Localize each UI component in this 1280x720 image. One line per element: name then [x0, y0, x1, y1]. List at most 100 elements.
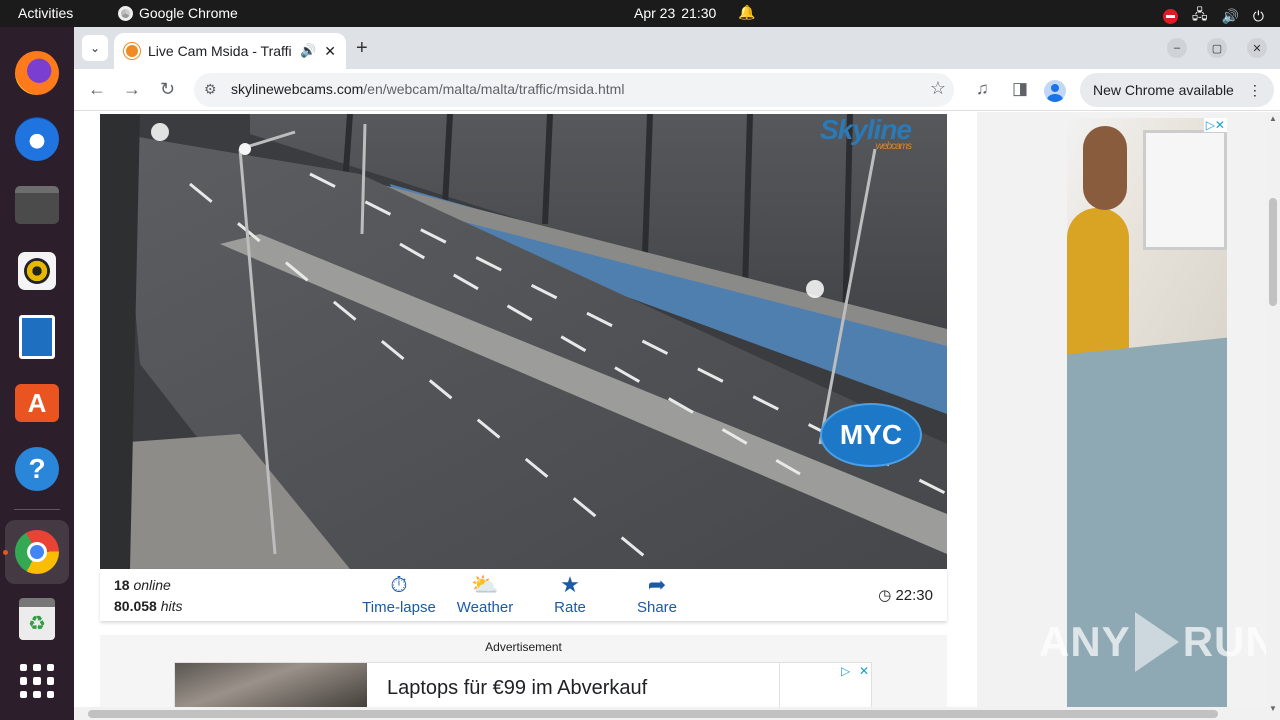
speaker-app-icon — [18, 252, 56, 290]
power-icon: ⏻ — [1252, 7, 1264, 24]
scroll-down-icon[interactable]: ▼ — [1269, 704, 1277, 713]
vertical-scroll-thumb[interactable] — [1269, 198, 1277, 306]
laptop-ad-banner[interactable]: Laptops für €99 im Abverkauf ▷ ✕ — [174, 662, 872, 707]
tab-strip: ⌄ Live Cam Msida - Traffic 🔊 ✕ + – ▢ ✕ — [74, 27, 1280, 69]
weather-label: Weather — [456, 599, 514, 616]
impress-icon — [19, 315, 55, 359]
dock-help[interactable]: ? — [11, 443, 63, 495]
bookmark-star-icon[interactable]: ☆ — [930, 78, 946, 99]
site-favicon-icon — [124, 43, 140, 59]
folder-icon — [15, 186, 59, 224]
update-chrome-button[interactable]: New Chrome available ⋮ — [1080, 73, 1274, 107]
back-arrow-icon[interactable]: ← — [88, 79, 106, 100]
dock-thunderbird[interactable] — [11, 113, 63, 165]
grid-icon — [20, 664, 54, 698]
local-time: ◷ 22:30 — [878, 586, 933, 604]
tab-title: Live Cam Msida - Traffic — [148, 43, 293, 59]
web-page: Skyline webcams MYC 18 online 80.058 hit… — [74, 112, 1266, 707]
ad-laptops-image — [175, 663, 367, 707]
tab-search-button[interactable]: ⌄ — [82, 35, 108, 61]
do-not-disturb-icon — [1162, 8, 1178, 24]
clock[interactable]: Apr 23 21:30 — [634, 5, 716, 21]
new-tab-button[interactable]: + — [356, 37, 368, 60]
rate-button[interactable]: ★ Rate — [550, 573, 590, 617]
close-window-button[interactable]: ✕ — [1247, 38, 1267, 58]
dock-libreoffice-impress[interactable] — [11, 311, 63, 363]
play-triangle-icon — [1134, 612, 1179, 672]
profile-avatar[interactable] — [1044, 80, 1066, 102]
horizontal-scrollbar[interactable] — [74, 707, 1266, 720]
local-time-value: 22:30 — [895, 587, 933, 604]
address-bar[interactable]: ⚙ skylinewebcams.com/en/webcam/malta/mal… — [194, 73, 954, 107]
ad-office-photo — [1067, 118, 1227, 368]
reload-icon[interactable]: ↻ — [160, 79, 175, 100]
dock-show-apps[interactable] — [11, 655, 63, 707]
online-label: online — [133, 577, 171, 593]
app-menu-label: Google Chrome — [139, 5, 238, 21]
clock-icon: ◷ — [878, 587, 892, 604]
myc-logo: MYC — [820, 403, 922, 467]
forward-arrow-icon[interactable]: → — [123, 79, 141, 100]
adchoices-close-icon[interactable]: ▷✕ — [1203, 118, 1227, 132]
minimize-button[interactable]: – — [1167, 38, 1187, 58]
anyrun-watermark: ANY RUN — [1039, 612, 1266, 672]
share-button[interactable]: ➦ Share — [634, 572, 680, 617]
app-center-icon: A — [15, 384, 59, 422]
dock-app-center[interactable]: A — [11, 377, 63, 429]
webcam-video[interactable]: Skyline webcams MYC — [100, 114, 947, 569]
share-arrow-icon: ➦ — [647, 572, 667, 597]
weather-button[interactable]: ⛅ Weather — [454, 572, 516, 617]
timelapse-button[interactable]: ⏱ Time-lapse — [361, 573, 437, 617]
myc-logo-text: MYC — [839, 419, 903, 450]
ad-person-image — [1067, 208, 1129, 368]
notification-bell-icon: 🔔 — [738, 4, 756, 20]
dock-chrome[interactable] — [5, 520, 69, 584]
dock-rhythmbox[interactable] — [11, 245, 63, 297]
system-tray[interactable]: 🖧 🔊 ⏻ — [1162, 4, 1264, 28]
dock-separator — [14, 509, 60, 510]
site-info-icon[interactable]: ⚙ — [204, 81, 217, 98]
url-path: /en/webcam/malta/malta/traffic/msida.htm… — [363, 81, 625, 97]
online-count: 18 — [114, 577, 130, 593]
dock-files[interactable] — [11, 179, 63, 231]
url-text[interactable]: skylinewebcams.com/en/webcam/malta/malta… — [231, 81, 624, 97]
maximize-button[interactable]: ▢ — [1207, 38, 1227, 58]
tab-audio-icon[interactable]: 🔊 — [300, 43, 316, 59]
browser-toolbar: ← → ↻ ⚙ skylinewebcams.com/en/webcam/mal… — [74, 69, 1280, 111]
hits-count: 80.058 — [114, 598, 157, 614]
weather-cloud-icon: ⛅ — [471, 572, 499, 597]
dock: A ? ♻ — [0, 27, 74, 720]
ad-close-icon[interactable]: ✕ — [859, 664, 869, 678]
help-icon: ? — [15, 447, 59, 491]
network-icon: 🖧 — [1191, 6, 1208, 22]
ad-head-image — [1083, 126, 1127, 210]
url-domain: skylinewebcams.com — [231, 81, 364, 97]
dock-firefox[interactable] — [11, 47, 63, 99]
chrome-icon — [15, 530, 59, 574]
chrome-small-icon — [118, 5, 133, 21]
advertisement-section: Advertisement Laptops für €99 im Abverka… — [100, 635, 947, 707]
clock-date: Apr 23 — [634, 5, 676, 21]
side-panel-icon[interactable]: ◨ — [1012, 79, 1028, 99]
ad-headline: Laptops für €99 im Abverkauf — [387, 677, 648, 699]
chevron-down-icon: ⌄ — [89, 41, 101, 55]
vertical-scrollbar[interactable]: ▲ ▼ — [1266, 112, 1280, 720]
share-label: Share — [636, 599, 678, 616]
running-indicator — [3, 550, 8, 555]
viewer-stats: 18 online 80.058 hits — [114, 575, 183, 617]
app-menu[interactable]: Google Chrome — [118, 5, 238, 21]
tab-live-cam[interactable]: Live Cam Msida - Traffic 🔊 ✕ — [114, 33, 346, 69]
firefox-icon — [15, 51, 59, 95]
advertisement-label: Advertisement — [485, 640, 562, 654]
online-stat: 18 online — [114, 575, 183, 596]
hits-stat: 80.058 hits — [114, 596, 183, 617]
activities-button[interactable]: Activities — [18, 5, 73, 21]
dock-trash[interactable]: ♻ — [11, 593, 63, 645]
update-label: New Chrome available — [1093, 82, 1234, 98]
media-controls-icon[interactable]: ♫ — [976, 79, 989, 99]
adchoices-icon[interactable]: ▷ — [841, 664, 850, 678]
scroll-up-icon[interactable]: ▲ — [1269, 114, 1277, 123]
tab-close-icon[interactable]: ✕ — [324, 43, 336, 60]
clock-time: 21:30 — [681, 5, 717, 21]
horizontal-scroll-thumb[interactable] — [88, 710, 1218, 718]
